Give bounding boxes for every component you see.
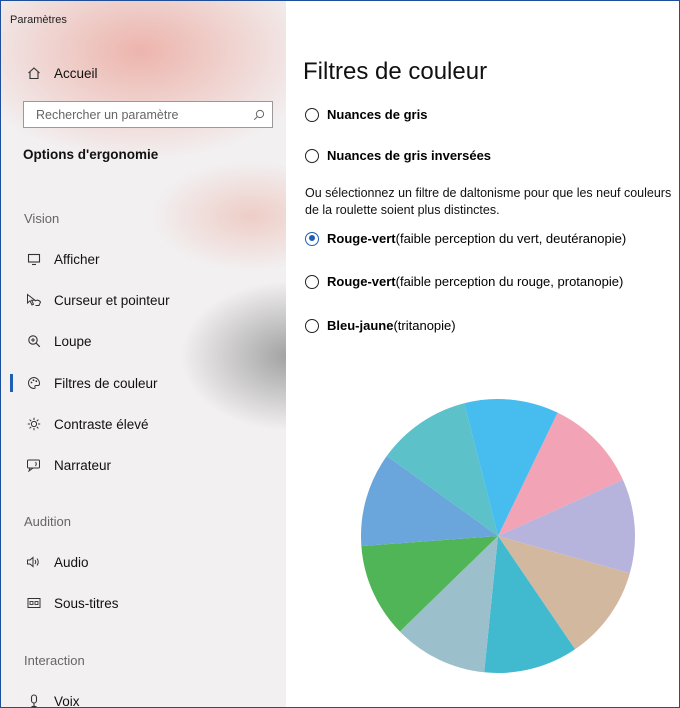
sidebar-item-color-filters[interactable]: Filtres de couleur [1, 365, 286, 401]
sidebar-item-high-contrast[interactable]: Contraste élevé [1, 406, 286, 442]
sidebar-item-label: Curseur et pointeur [54, 292, 170, 308]
option-label-bold: Bleu-jaune [327, 318, 394, 333]
option-tritanopia[interactable]: Bleu-jaune (tritanopie) [305, 318, 456, 333]
sidebar-item-label: Sous-titres [54, 595, 119, 611]
sidebar-item-label: Afficher [54, 251, 100, 267]
sidebar-item-label: Filtres de couleur [54, 375, 158, 391]
filter-description: Ou sélectionnez un filtre de daltonisme … [305, 185, 679, 219]
brightness-icon [24, 417, 44, 431]
option-label-detail: (faible perception du vert, deutéranopie… [395, 231, 627, 246]
sidebar-item-captions[interactable]: Sous-titres [1, 585, 286, 621]
captions-icon [24, 597, 44, 609]
page-title: Filtres de couleur [303, 58, 488, 85]
section-interaction: Interaction [24, 653, 85, 668]
palette-icon [24, 376, 44, 390]
narrator-icon [24, 458, 44, 472]
search-box[interactable] [23, 101, 273, 128]
sidebar: Paramètres Accueil Options d'ergonomie V… [1, 1, 286, 707]
speaker-icon [24, 555, 44, 569]
sidebar-item-cursor[interactable]: Curseur et pointeur [1, 282, 286, 318]
search-icon[interactable] [246, 109, 272, 121]
sidebar-item-voice[interactable]: Voix [1, 683, 286, 707]
description-line-1: Ou sélectionnez un filtre de daltonisme … [305, 186, 672, 200]
app-title: Paramètres [10, 14, 67, 26]
sidebar-item-label: Contraste élevé [54, 416, 149, 432]
option-label: Nuances de gris inversées [327, 148, 492, 163]
pointer-icon [24, 293, 44, 307]
settings-window: Paramètres Accueil Options d'ergonomie V… [0, 0, 680, 708]
radio-button[interactable] [305, 107, 319, 122]
magnifier-icon [24, 334, 44, 348]
sidebar-item-label: Narrateur [54, 457, 112, 473]
radio-button[interactable] [305, 148, 319, 163]
option-label-detail: (faible perception du rouge, protanopie) [395, 274, 624, 289]
color-wheel [360, 399, 635, 673]
option-deuteranopia[interactable]: Rouge-vert (faible perception du vert, d… [305, 231, 626, 246]
option-grayscale-inverted[interactable]: Nuances de gris inversées [305, 148, 491, 163]
radio-button[interactable] [305, 274, 319, 289]
microphone-icon [24, 694, 44, 707]
sidebar-item-label: Accueil [54, 65, 98, 81]
main-panel: Filtres de couleur Nuances de gris Nuanc… [286, 1, 679, 707]
sidebar-item-display[interactable]: Afficher [1, 241, 286, 277]
option-label: Nuances de gris [327, 107, 428, 122]
sidebar-item-label: Loupe [54, 333, 92, 349]
radio-button-selected[interactable] [305, 231, 319, 246]
option-protanopia[interactable]: Rouge-vert (faible perception du rouge, … [305, 274, 623, 289]
radio-button[interactable] [305, 318, 319, 333]
sidebar-item-label: Voix [54, 693, 80, 708]
option-label-bold: Rouge-vert [327, 274, 396, 289]
sidebar-item-home[interactable]: Accueil [1, 55, 286, 91]
section-hearing: Audition [24, 514, 71, 529]
option-label-detail: (tritanopie) [393, 318, 456, 333]
search-input[interactable] [24, 106, 246, 123]
option-label-bold: Rouge-vert [327, 231, 396, 246]
sidebar-item-audio[interactable]: Audio [1, 544, 286, 580]
option-grayscale[interactable]: Nuances de gris [305, 107, 427, 122]
sidebar-item-narrator[interactable]: Narrateur [1, 447, 286, 483]
description-line-2: de la roulette soient plus distinctes. [305, 203, 500, 217]
sidebar-item-magnifier[interactable]: Loupe [1, 323, 286, 359]
group-title: Options d'ergonomie [23, 147, 159, 162]
section-vision: Vision [24, 211, 60, 226]
sidebar-item-label: Audio [54, 554, 89, 570]
home-icon [24, 66, 44, 80]
monitor-icon [24, 252, 44, 266]
